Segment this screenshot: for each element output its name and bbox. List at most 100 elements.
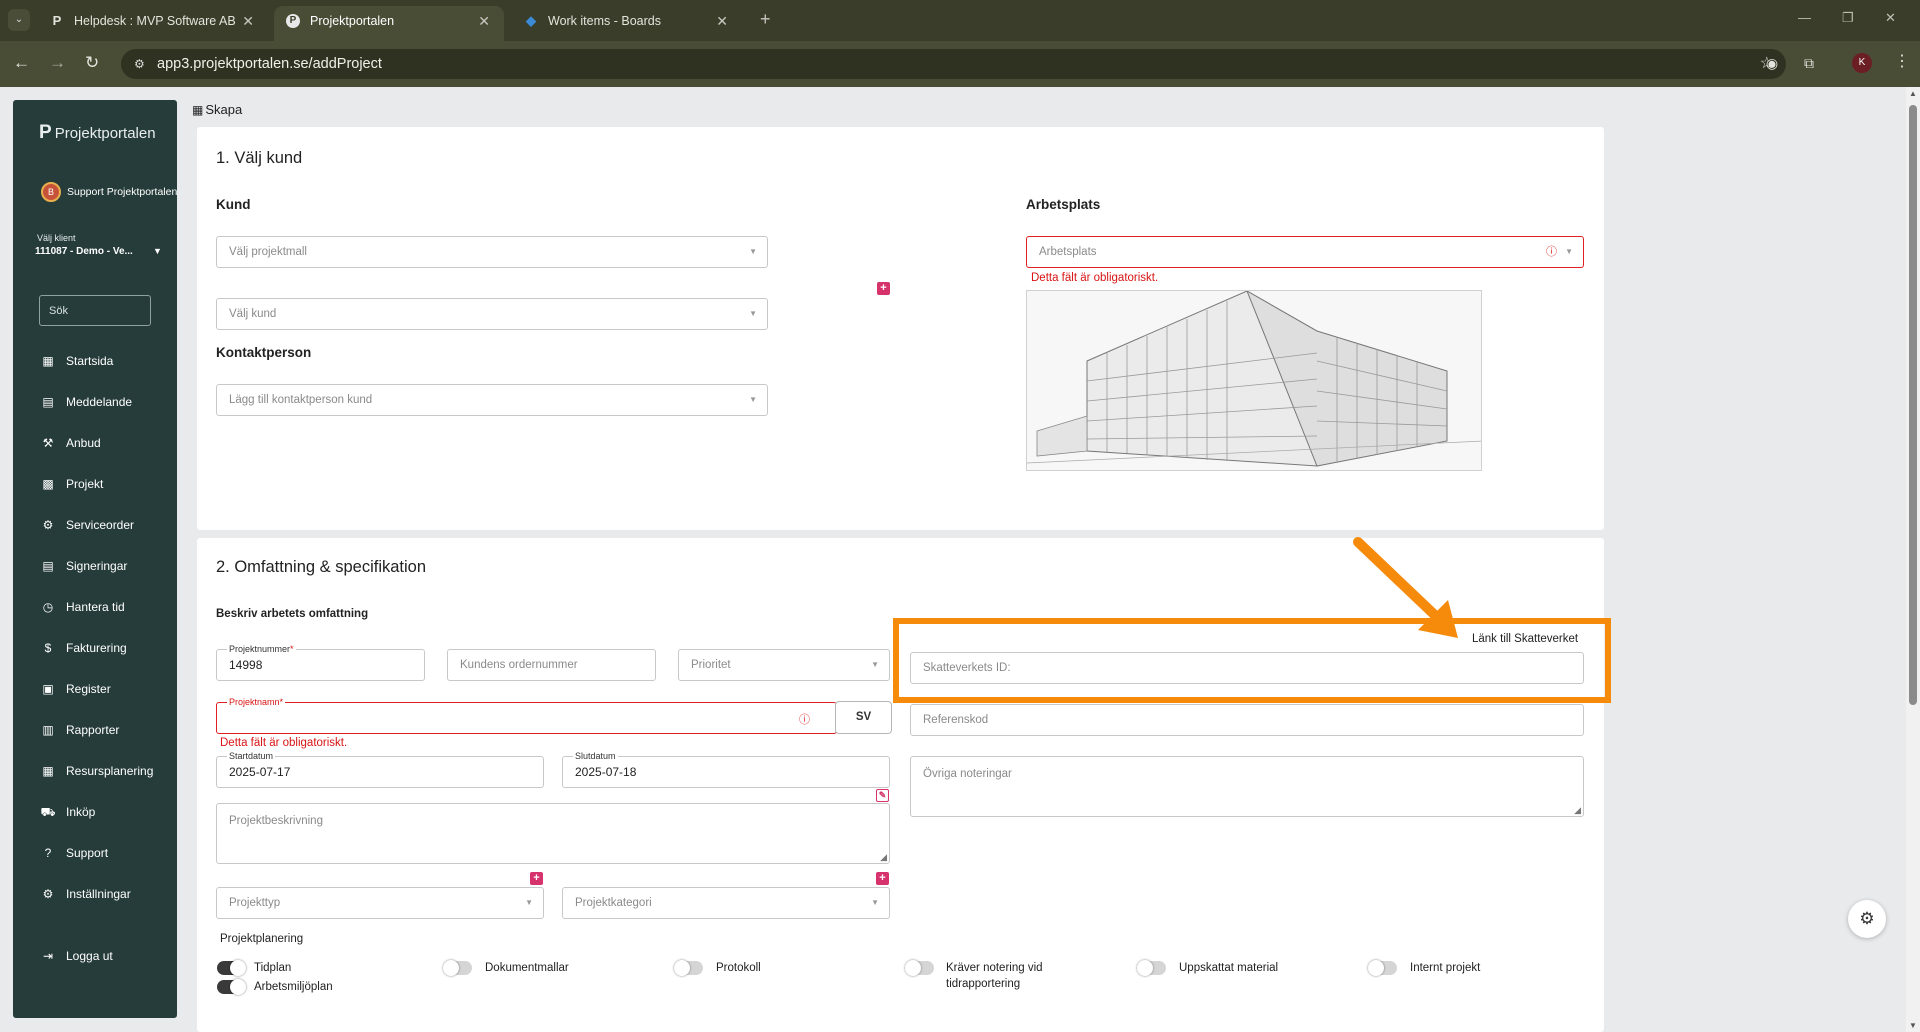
sidebar-item-label: Resursplanering — [66, 764, 154, 778]
toggle-tidplan[interactable] — [217, 960, 246, 976]
caret-down-icon: ▼ — [525, 898, 533, 907]
breadcrumb-label: Skapa — [205, 102, 243, 117]
tab-search-chevron-icon[interactable]: ⌄ — [8, 9, 30, 31]
sidebar-item-startsida[interactable]: ▦ Startsida — [40, 351, 170, 371]
close-window-icon[interactable]: ✕ — [1885, 10, 1896, 26]
forward-arrow-icon[interactable]: → — [49, 53, 66, 73]
site-info-icon[interactable]: ⚙ — [134, 49, 145, 79]
page-scrollbar[interactable]: ▲ ▼ — [1906, 87, 1920, 1032]
section-title: 2. Omfattning & specifikation — [216, 558, 427, 576]
sidebar-item-fakturering[interactable]: $ Fakturering — [40, 638, 170, 658]
startdatum-field[interactable]: Startdatum 2025-07-17 — [216, 751, 544, 788]
add-customer-plus-icon[interactable]: + — [877, 282, 890, 295]
sidebar-item-resursplanering[interactable]: ▦ Resursplanering — [40, 761, 170, 781]
extension-icon[interactable]: ◉ — [1762, 53, 1782, 73]
profile-avatar[interactable]: K — [1852, 53, 1872, 73]
language-button[interactable]: SV — [835, 701, 892, 734]
client-select[interactable]: 111087 - Demo - Ve... — [35, 246, 133, 257]
url-text: app3.projektportalen.se/addProject — [157, 56, 382, 72]
tab-title: Helpdesk : MVP Software AB — [74, 14, 236, 28]
scope-heading: Beskriv arbetets omfattning — [216, 608, 369, 620]
sidebar-item-anbud[interactable]: ⚒ Anbud — [40, 433, 170, 453]
toggle-kraver-notering[interactable] — [905, 960, 934, 976]
back-arrow-icon[interactable]: ← — [13, 53, 30, 73]
toggle-label: Internt projekt — [1410, 962, 1481, 974]
toggle-internt-projekt[interactable] — [1368, 960, 1397, 976]
sidebar-item-hantera-tid[interactable]: ◷ Hantera tid — [40, 597, 170, 617]
resize-grip-icon[interactable]: ◢ — [1574, 805, 1581, 816]
kund-select[interactable]: Välj kund ▼ — [216, 298, 768, 330]
scrollbar-thumb[interactable] — [1909, 105, 1917, 705]
url-bar[interactable]: ⚙ app3.projektportalen.se/addProject ☆ — [121, 49, 1786, 79]
sidebar-item-meddelande[interactable]: ▤ Meddelande — [40, 392, 170, 412]
resize-grip-icon[interactable]: ◢ — [880, 852, 887, 863]
grid-icon: ▦ — [192, 103, 204, 117]
tab-projektportalen[interactable]: P Projektportalen ✕ — [274, 6, 504, 41]
tab-work-items[interactable]: ◆ Work items - Boards ✕ — [512, 6, 742, 41]
slutdatum-field[interactable]: Slutdatum 2025-07-18 — [562, 751, 890, 788]
projektnamn-field[interactable]: Projektnamn* ⓘ — [216, 697, 837, 734]
app-logo[interactable]: P Projektportalen — [39, 122, 156, 144]
sidebar-item-installningar[interactable]: ⚙ Inställningar — [40, 884, 170, 904]
sidebar-item-serviceorder[interactable]: ⚙ Serviceorder — [40, 515, 170, 535]
toggle-dokumentmallar[interactable] — [443, 960, 472, 976]
projektkategori-select[interactable]: Projektkategori ▼ — [562, 887, 890, 919]
projektmall-select[interactable]: Välj projektmall ▼ — [216, 236, 768, 268]
grid-icon: ▩ — [42, 477, 54, 491]
sidebar-item-projekt[interactable]: ▩ Projekt — [40, 474, 170, 494]
toggle-arbetsmiljoplan[interactable] — [217, 979, 246, 995]
dollar-icon: $ — [44, 641, 52, 655]
sidebar: P Projektportalen B Support Projektportale… — [13, 100, 177, 1018]
current-user[interactable]: B Support Projektportalen — [41, 182, 177, 202]
close-tab-icon[interactable]: ✕ — [478, 6, 490, 36]
sidebar-item-register[interactable]: ▣ Register — [40, 679, 170, 699]
toggle-uppskattat-material[interactable] — [1137, 960, 1166, 976]
restore-icon[interactable]: ❐ — [1842, 10, 1854, 26]
sidebar-item-inkop[interactable]: ⛟ Inköp — [40, 802, 170, 822]
browser-menu-icon[interactable]: ⋮ — [1894, 51, 1910, 71]
arbetsplats-select[interactable]: Arbetsplats ⓘ ▼ — [1026, 236, 1584, 268]
logo-p-icon: P — [39, 122, 52, 143]
kontaktperson-heading: Kontaktperson — [216, 345, 312, 360]
field-placeholder: Kundens ordernummer — [460, 659, 578, 671]
sidebar-item-support[interactable]: ? Support — [40, 843, 170, 863]
ovriga-noteringar-textarea[interactable]: Övriga noteringar ◢ — [910, 756, 1584, 817]
settings-fab-gear-icon[interactable]: ⚙ — [1848, 900, 1886, 938]
browser-tab-bar: ⌄ P Helpdesk : MVP Software AB ✕ P Proje… — [0, 0, 1920, 41]
logout-label: Logga ut — [66, 949, 113, 963]
kontaktperson-select[interactable]: Lägg till kontaktperson kund ▼ — [216, 384, 768, 416]
add-projektkategori-plus-icon[interactable]: + — [876, 872, 889, 885]
signature-icon: ▤ — [42, 559, 54, 573]
field-placeholder: Övriga noteringar — [923, 768, 1012, 780]
gavel-icon: ⚒ — [42, 436, 54, 450]
edit-note-icon[interactable]: ✎ — [876, 789, 889, 802]
prioritet-select[interactable]: Prioritet ▼ — [678, 649, 890, 681]
error-circle-icon: ⓘ — [1546, 246, 1557, 258]
sidebar-item-label: Register — [66, 682, 111, 696]
scroll-down-icon[interactable]: ▼ — [1909, 1021, 1917, 1030]
new-tab-plus-icon[interactable]: + — [760, 9, 771, 30]
caret-down-icon[interactable]: ▼ — [153, 246, 162, 256]
tab-helpdesk[interactable]: P Helpdesk : MVP Software AB ✕ — [38, 6, 268, 41]
sidebar-item-signeringar[interactable]: ▤ Signeringar — [40, 556, 170, 576]
minimize-icon[interactable]: — — [1798, 10, 1811, 25]
projektnummer-field[interactable]: Projektnummer* 14998 — [216, 644, 425, 681]
logout-button[interactable]: ⇥ Logga ut — [40, 946, 170, 966]
sidebar-item-rapporter[interactable]: ▥ Rapporter — [40, 720, 170, 740]
sidebar-search-input[interactable] — [39, 295, 151, 326]
sidebar-item-label: Projekt — [66, 477, 104, 491]
close-tab-icon[interactable]: ✕ — [716, 6, 728, 36]
logout-icon: ⇥ — [42, 949, 54, 963]
projektbeskrivning-textarea[interactable]: Projektbeskrivning ◢ — [216, 803, 890, 864]
puzzle-extensions-icon[interactable]: ⧉ — [1799, 53, 1819, 73]
add-projekttyp-plus-icon[interactable]: + — [530, 872, 543, 885]
referenskod-field[interactable]: Referenskod — [910, 704, 1584, 736]
reload-icon[interactable]: ↻ — [85, 53, 99, 73]
close-tab-icon[interactable]: ✕ — [242, 6, 254, 36]
scroll-up-icon[interactable]: ▲ — [1909, 89, 1917, 98]
projekttyp-select[interactable]: Projekttyp ▼ — [216, 887, 544, 919]
sidebar-item-label: Hantera tid — [66, 600, 125, 614]
toggle-protokoll[interactable] — [674, 960, 703, 976]
ordernummer-field[interactable]: Kundens ordernummer — [447, 649, 656, 681]
toggle-knob — [674, 960, 690, 976]
